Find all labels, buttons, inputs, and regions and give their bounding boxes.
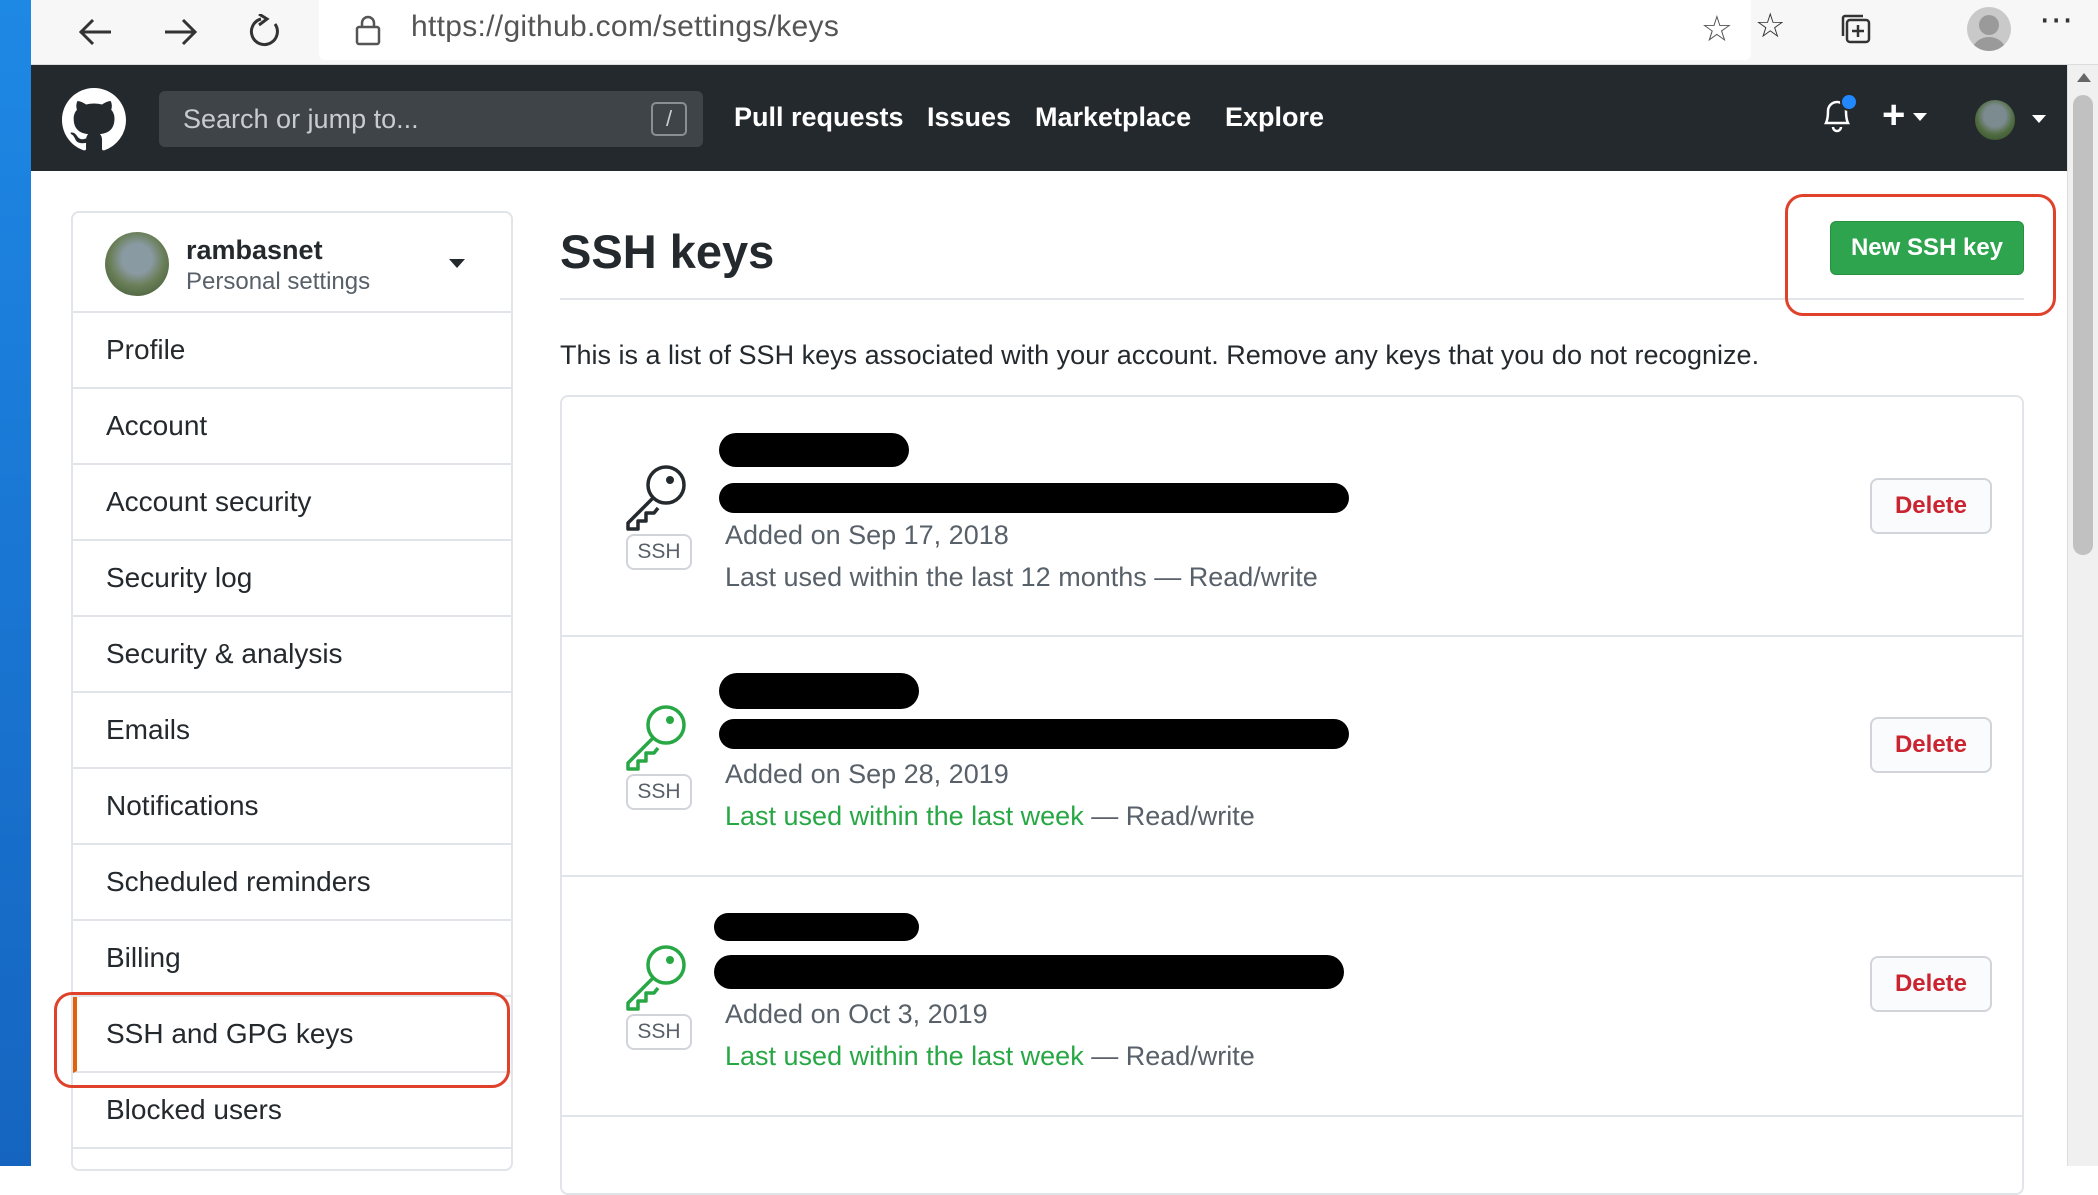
delete-key-button[interactable]: Delete: [1870, 717, 1992, 773]
list-item: SSH Added on Sep 17, 2018 Last used with…: [562, 397, 2022, 637]
key-icon: [626, 945, 686, 1011]
list-item: SSH Added on Oct 3, 2019 Last used withi…: [562, 877, 2022, 1117]
notification-dot: [1840, 93, 1858, 111]
redacted-key-title: [719, 433, 909, 467]
scroll-thumb[interactable]: [2073, 95, 2093, 555]
avatar: [105, 232, 169, 296]
sidebar-item-security-analysis[interactable]: Security & analysis: [73, 617, 511, 693]
key-last-used: Last used within the last 12 months — Re…: [725, 562, 1318, 593]
user-avatar[interactable]: [1975, 100, 2015, 140]
redacted-key-title: [714, 913, 919, 941]
key-access: — Read/write: [1083, 801, 1255, 831]
redacted-key-title: [719, 673, 919, 709]
forward-arrow-icon[interactable]: [157, 8, 205, 56]
sidebar-item-scheduled-reminders[interactable]: Scheduled reminders: [73, 845, 511, 921]
sidebar-subtitle: Personal settings: [186, 268, 371, 295]
page-scrollbar[interactable]: [2067, 65, 2098, 1166]
annotation-highlight-ssh-gpg: [54, 992, 510, 1088]
favorite-star-icon[interactable]: ☆: [1701, 8, 1733, 50]
list-item: SSH Added on Sep 28, 2019 Last used with…: [562, 637, 2022, 877]
github-logo-icon[interactable]: [62, 88, 126, 152]
desktop-background-strip: [0, 0, 31, 1166]
search-input[interactable]: Search or jump to... /: [159, 91, 703, 147]
key-last-used: Last used within the last week — Read/wr…: [725, 801, 1255, 832]
chevron-down-icon[interactable]: [2032, 115, 2046, 123]
nav-pull-requests[interactable]: Pull requests: [734, 102, 904, 133]
key-access: — Read/write: [1083, 1041, 1255, 1071]
sidebar-username: rambasnet: [186, 235, 323, 265]
browser-toolbar: https://github.com/settings/keys ☆ ☆ ⋯: [31, 0, 2098, 65]
key-added-date: Added on Oct 3, 2019: [725, 999, 988, 1029]
redacted-key-fingerprint: [719, 483, 1349, 513]
more-menu-icon[interactable]: ⋯: [2039, 0, 2073, 40]
sidebar-item-notifications[interactable]: Notifications: [73, 769, 511, 845]
sidebar-item-billing[interactable]: Billing: [73, 921, 511, 997]
refresh-icon[interactable]: [241, 8, 289, 56]
key-last-used-text: Last used within the last week: [725, 1041, 1084, 1071]
scroll-up-arrow-icon[interactable]: [2077, 73, 2091, 82]
ssh-badge: SSH: [626, 774, 692, 810]
sidebar-item-account[interactable]: Account: [73, 389, 511, 465]
chevron-down-icon[interactable]: [449, 259, 465, 268]
intro-text: This is a list of SSH keys associated wi…: [560, 340, 1760, 370]
redacted-key-fingerprint: [714, 955, 1344, 989]
redacted-key-fingerprint: [719, 719, 1349, 749]
slash-shortcut-badge: /: [651, 102, 687, 136]
url-text: https://github.com/settings/keys: [411, 10, 840, 43]
key-last-used-text: Last used within the last week: [725, 801, 1084, 831]
browser-profile-icon[interactable]: [1967, 7, 2011, 51]
key-icon: [626, 465, 686, 531]
ssh-badge: SSH: [626, 1014, 692, 1050]
lock-icon: [355, 15, 381, 46]
key-access: — Read/write: [1146, 562, 1318, 592]
annotation-highlight-new-key: [1785, 194, 2056, 316]
address-bar[interactable]: https://github.com/settings/keys ☆: [319, 0, 1751, 60]
sidebar-item-profile[interactable]: Profile: [73, 313, 511, 389]
nav-explore[interactable]: Explore: [1225, 102, 1324, 133]
account-switcher[interactable]: rambasnet Personal settings: [73, 213, 511, 313]
page-title: SSH keys: [560, 225, 775, 278]
favorites-list-icon[interactable]: ☆: [1755, 6, 1785, 46]
ssh-badge: SSH: [626, 534, 692, 570]
key-added-date: Added on Sep 28, 2019: [725, 759, 1009, 789]
search-placeholder: Search or jump to...: [183, 104, 419, 134]
delete-key-button[interactable]: Delete: [1870, 478, 1992, 534]
key-icon: [626, 705, 686, 771]
back-arrow-icon[interactable]: [71, 8, 119, 56]
delete-key-button[interactable]: Delete: [1870, 956, 1992, 1012]
sidebar-item-emails[interactable]: Emails: [73, 693, 511, 769]
notifications-bell-icon[interactable]: [1820, 93, 1858, 139]
sidebar-item-security-log[interactable]: Security log: [73, 541, 511, 617]
chevron-down-icon: [1913, 113, 1928, 122]
github-header: Search or jump to... / Pull requests Iss…: [31, 65, 2067, 171]
nav-issues[interactable]: Issues: [927, 102, 1011, 133]
create-new-menu[interactable]: +: [1882, 93, 1928, 138]
key-last-used-text: Last used within the last 12 months: [725, 562, 1147, 592]
sidebar-item-account-security[interactable]: Account security: [73, 465, 511, 541]
ssh-keys-list: SSH Added on Sep 17, 2018 Last used with…: [560, 395, 2024, 1195]
key-last-used: Last used within the last week — Read/wr…: [725, 1041, 1255, 1072]
nav-marketplace[interactable]: Marketplace: [1035, 102, 1191, 133]
key-added-date: Added on Sep 17, 2018: [725, 520, 1009, 550]
collections-icon[interactable]: [1839, 12, 1873, 55]
